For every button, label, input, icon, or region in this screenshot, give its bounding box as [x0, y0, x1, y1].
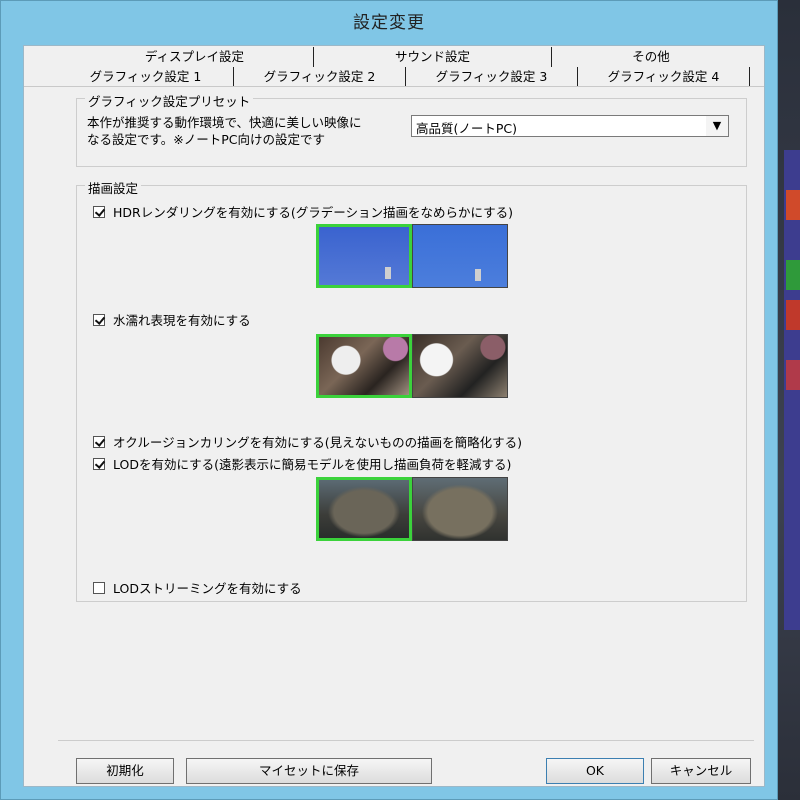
preset-description-line1: 本作が推奨する動作環境で、快適に美しい映像に	[87, 115, 362, 130]
hdr-rendering-label: HDRレンダリングを有効にする(グラデーション描画をなめらかにする)	[113, 205, 513, 220]
lod-label: LODを有効にする(遠影表示に簡易モデルを使用し描画負荷を軽減する)	[113, 457, 512, 472]
tab-graphics-3[interactable]: グラフィック設定 3	[406, 67, 578, 87]
preset-group-legend: グラフィック設定プリセット	[85, 91, 254, 110]
reset-button[interactable]: 初期化	[76, 758, 174, 784]
water-wet-preview-on	[316, 334, 412, 398]
tab-divider	[24, 86, 764, 87]
tab-graphics-4[interactable]: グラフィック設定 4	[578, 67, 750, 87]
dialog-title: 設定変更	[353, 13, 425, 33]
tab-row-1: ディスプレイ設定 サウンド設定 その他	[76, 47, 750, 67]
tab-graphics-1[interactable]: グラフィック設定 1	[58, 67, 234, 87]
hdr-preview-on	[316, 224, 412, 288]
desktop-background	[778, 0, 800, 800]
save-preset-button[interactable]: マイセットに保存	[186, 758, 432, 784]
water-wet-label: 水濡れ表現を有効にする	[113, 313, 251, 328]
checkbox-check-icon[interactable]	[93, 205, 105, 218]
lod-streaming-checkbox[interactable]: LODストリーミングを有効にする	[93, 578, 302, 597]
start-tile	[786, 300, 800, 330]
occlusion-culling-label: オクルージョンカリングを有効にする(見えないものの描画を簡略化する)	[113, 435, 523, 450]
start-tile	[786, 260, 800, 290]
preset-group: グラフィック設定プリセット 本作が推奨する動作環境で、快適に美しい映像に なる設…	[76, 91, 747, 167]
checkbox-check-icon[interactable]	[93, 435, 105, 448]
tab-sound-settings[interactable]: サウンド設定	[314, 47, 552, 67]
render-settings-group: 描画設定 HDRレンダリングを有効にする(グラデーション描画をなめらかにする) …	[76, 178, 747, 602]
cancel-button[interactable]: キャンセル	[651, 758, 751, 784]
checkbox-check-icon[interactable]	[93, 457, 105, 470]
chevron-down-icon[interactable]: ▼	[706, 116, 728, 136]
water-wet-checkbox[interactable]: 水濡れ表現を有効にする	[93, 310, 251, 329]
tab-row-2: グラフィック設定 1 グラフィック設定 2 グラフィック設定 3 グラフィック設…	[58, 67, 750, 87]
checkbox-check-icon[interactable]	[93, 313, 105, 326]
tab-other[interactable]: その他	[552, 47, 750, 67]
preset-description-line2: なる設定です。※ノートPC向けの設定です	[87, 132, 325, 147]
occlusion-culling-checkbox[interactable]: オクルージョンカリングを有効にする(見えないものの描画を簡略化する)	[93, 432, 522, 451]
preset-select[interactable]: 高品質(ノートPC) ▼	[411, 115, 729, 137]
dialog-client: ディスプレイ設定 サウンド設定 その他 グラフィック設定 1 グラフィック設定 …	[23, 45, 765, 787]
start-tile	[786, 360, 800, 390]
lod-preview-on	[316, 477, 412, 541]
hdr-preview-off	[412, 224, 508, 288]
checkbox-empty-icon[interactable]	[93, 581, 105, 594]
water-wet-preview-off	[412, 334, 508, 398]
preview-object	[385, 267, 391, 279]
render-group-legend: 描画設定	[85, 178, 142, 197]
lod-preview-off	[412, 477, 508, 541]
ok-button[interactable]: OK	[546, 758, 644, 784]
preset-select-value: 高品質(ノートPC)	[416, 121, 518, 136]
desktop-tablet-screen	[784, 150, 800, 630]
lod-streaming-label: LODストリーミングを有効にする	[113, 581, 302, 596]
preview-object	[475, 269, 481, 281]
hdr-rendering-checkbox[interactable]: HDRレンダリングを有効にする(グラデーション描画をなめらかにする)	[93, 202, 513, 221]
tab-graphics-2[interactable]: グラフィック設定 2	[234, 67, 406, 87]
lod-checkbox[interactable]: LODを有効にする(遠影表示に簡易モデルを使用し描画負荷を軽減する)	[93, 454, 511, 473]
tab-display-settings[interactable]: ディスプレイ設定	[76, 47, 314, 67]
start-tile	[786, 190, 800, 220]
settings-dialog: 設定変更 ディスプレイ設定 サウンド設定 その他 グラフィック設定 1 グラフィ…	[0, 0, 778, 800]
preset-description: 本作が推奨する動作環境で、快適に美しい映像に なる設定です。※ノートPC向けの設…	[87, 114, 407, 148]
footer-divider	[58, 740, 754, 741]
